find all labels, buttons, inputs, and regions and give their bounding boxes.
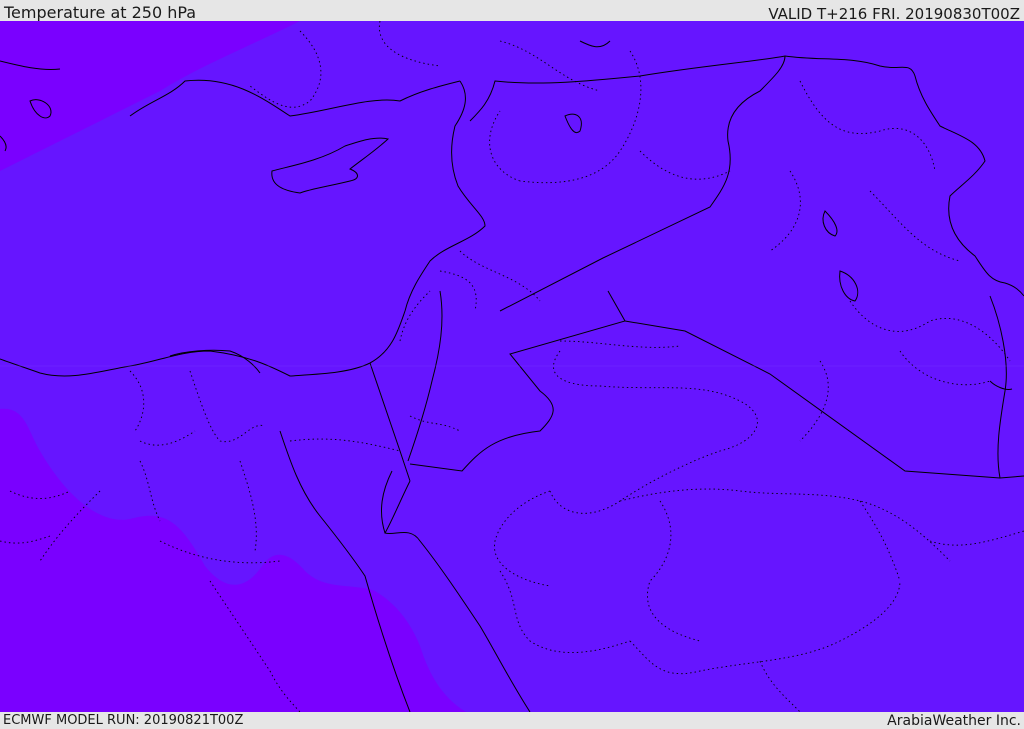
temperature-map [0,21,1024,712]
footer-bar: ECMWF MODEL RUN: 20190821T00Z ArabiaWeat… [0,712,1024,729]
provider-credit: ArabiaWeather Inc. [887,713,1021,729]
model-run: ECMWF MODEL RUN: 20190821T00Z [3,713,244,728]
header-bar: Temperature at 250 hPa VALID T+216 FRI. … [0,0,1024,23]
map-title: Temperature at 250 hPa [4,3,197,22]
map-panel[interactable] [0,21,1024,712]
